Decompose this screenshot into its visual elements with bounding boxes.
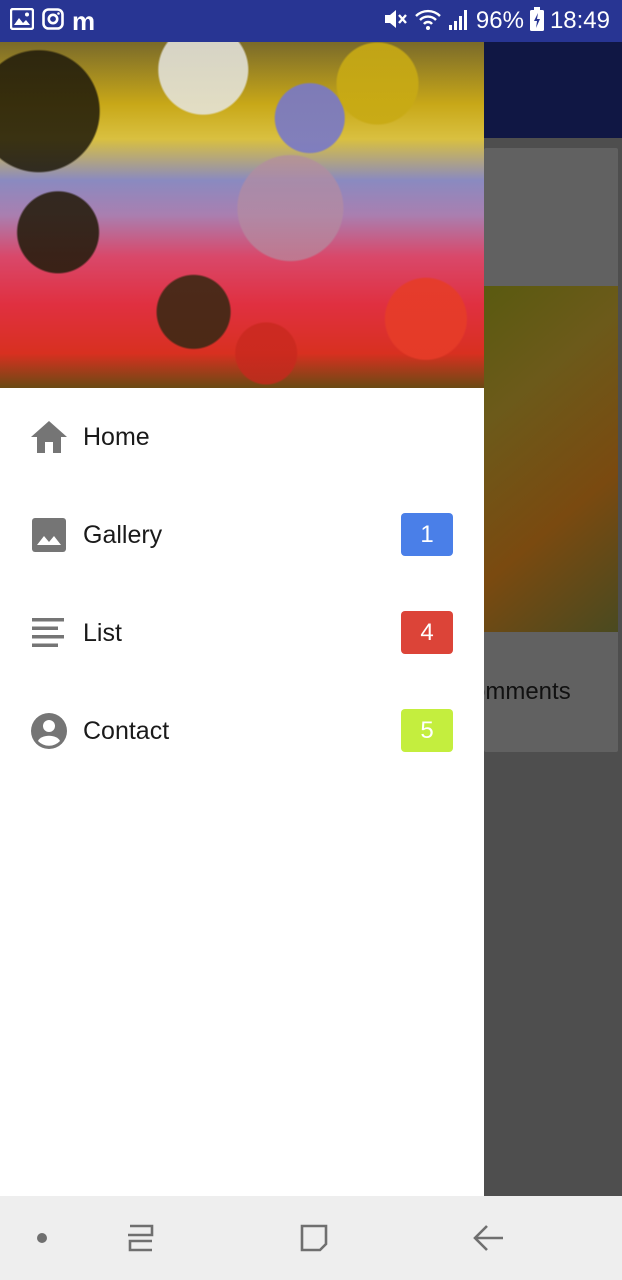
gallery-count-badge: 1	[401, 513, 453, 556]
status-right-icons: 96% 18:49	[382, 6, 610, 36]
battery-percent: 96%	[475, 7, 524, 34]
instagram-icon	[42, 7, 64, 35]
gallery-icon	[9, 7, 35, 35]
m-app-icon: m	[72, 6, 96, 36]
navigation-drawer: Home Gallery 1 List 4 Contact 5	[0, 42, 484, 1196]
list-count-badge: 4	[401, 611, 453, 654]
menu-item-label: Home	[83, 422, 150, 451]
clock: 18:49	[549, 7, 610, 34]
menu-item-label: Gallery	[83, 520, 163, 549]
image-icon	[30, 516, 68, 554]
mute-icon	[382, 7, 408, 36]
background-card-comments-text: omments	[484, 678, 571, 705]
menu-item-home[interactable]: Home	[0, 388, 484, 486]
home-square-icon[interactable]	[294, 1220, 334, 1256]
menu-item-label: List	[83, 618, 122, 647]
contact-count-badge: 5	[401, 709, 453, 752]
menu-item-contact[interactable]: Contact 5	[0, 682, 484, 780]
menu-item-gallery[interactable]: Gallery 1	[0, 486, 484, 584]
background-toolbar	[484, 42, 622, 138]
drawer-header-image	[0, 42, 484, 388]
account-circle-icon	[30, 712, 68, 750]
dot-icon[interactable]	[22, 1220, 62, 1256]
background-card-image	[484, 286, 618, 632]
menu-item-label: Contact	[83, 716, 170, 745]
status-bar: m 96% 18:49	[0, 0, 622, 42]
back-arrow-icon[interactable]	[468, 1220, 508, 1256]
list-icon	[30, 614, 68, 652]
recent-apps-icon[interactable]	[120, 1220, 160, 1256]
battery-charging-icon	[529, 6, 544, 36]
background-app: omments	[484, 42, 622, 1196]
menu-item-list[interactable]: List 4	[0, 584, 484, 682]
status-left-icons: m	[9, 6, 96, 36]
signal-icon	[448, 7, 470, 36]
drawer-menu: Home Gallery 1 List 4 Contact 5	[0, 388, 484, 780]
home-icon	[30, 418, 68, 456]
system-navigation-bar	[0, 1196, 622, 1280]
wifi-icon	[414, 7, 442, 36]
background-card: omments	[484, 148, 618, 752]
